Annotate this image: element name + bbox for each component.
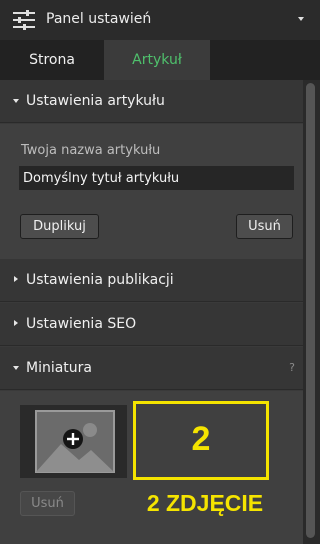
section-title: Ustawienia artykułu [26,93,165,109]
scrollbar[interactable] [303,80,320,544]
section-publication-settings-header[interactable]: Ustawienia publikacji [0,259,303,302]
caret-down-icon [13,366,19,370]
duplicate-button[interactable]: Duplikuj [20,214,99,239]
article-name-label: Twoja nazwa artykułu [21,143,161,158]
section-title: Ustawienia publikacji [26,272,174,288]
sliders-icon [13,10,35,30]
panel-title: Panel ustawień [46,11,152,27]
delete-thumbnail-button[interactable]: Usuń [20,491,75,516]
section-thumbnail-header[interactable]: Miniatura ? [0,347,303,390]
scrollbar-thumb[interactable] [306,83,315,538]
caret-right-icon [14,276,18,282]
section-title: Miniatura [26,360,93,376]
annotation-caption: 2 ZDJĘCIE [146,490,264,516]
help-icon[interactable]: ? [289,361,295,374]
panel-header[interactable]: Panel ustawień [0,0,320,40]
annotation-number: 2 [191,420,211,458]
article-name-input[interactable] [19,166,294,190]
delete-article-button[interactable]: Usuń [236,214,293,239]
chevron-down-icon[interactable] [298,17,304,21]
section-title: Ustawienia SEO [26,316,137,332]
tab-strona[interactable]: Strona [0,40,104,80]
caret-down-icon [13,99,19,103]
add-image-icon[interactable] [35,410,115,473]
section-article-settings-header[interactable]: Ustawienia artykułu [0,80,303,123]
tab-artykul[interactable]: Artykuł [104,40,210,80]
section-seo-settings-header[interactable]: Ustawienia SEO [0,303,303,346]
tab-bar: Strona Artykuł [0,40,320,80]
caret-right-icon [14,320,18,326]
